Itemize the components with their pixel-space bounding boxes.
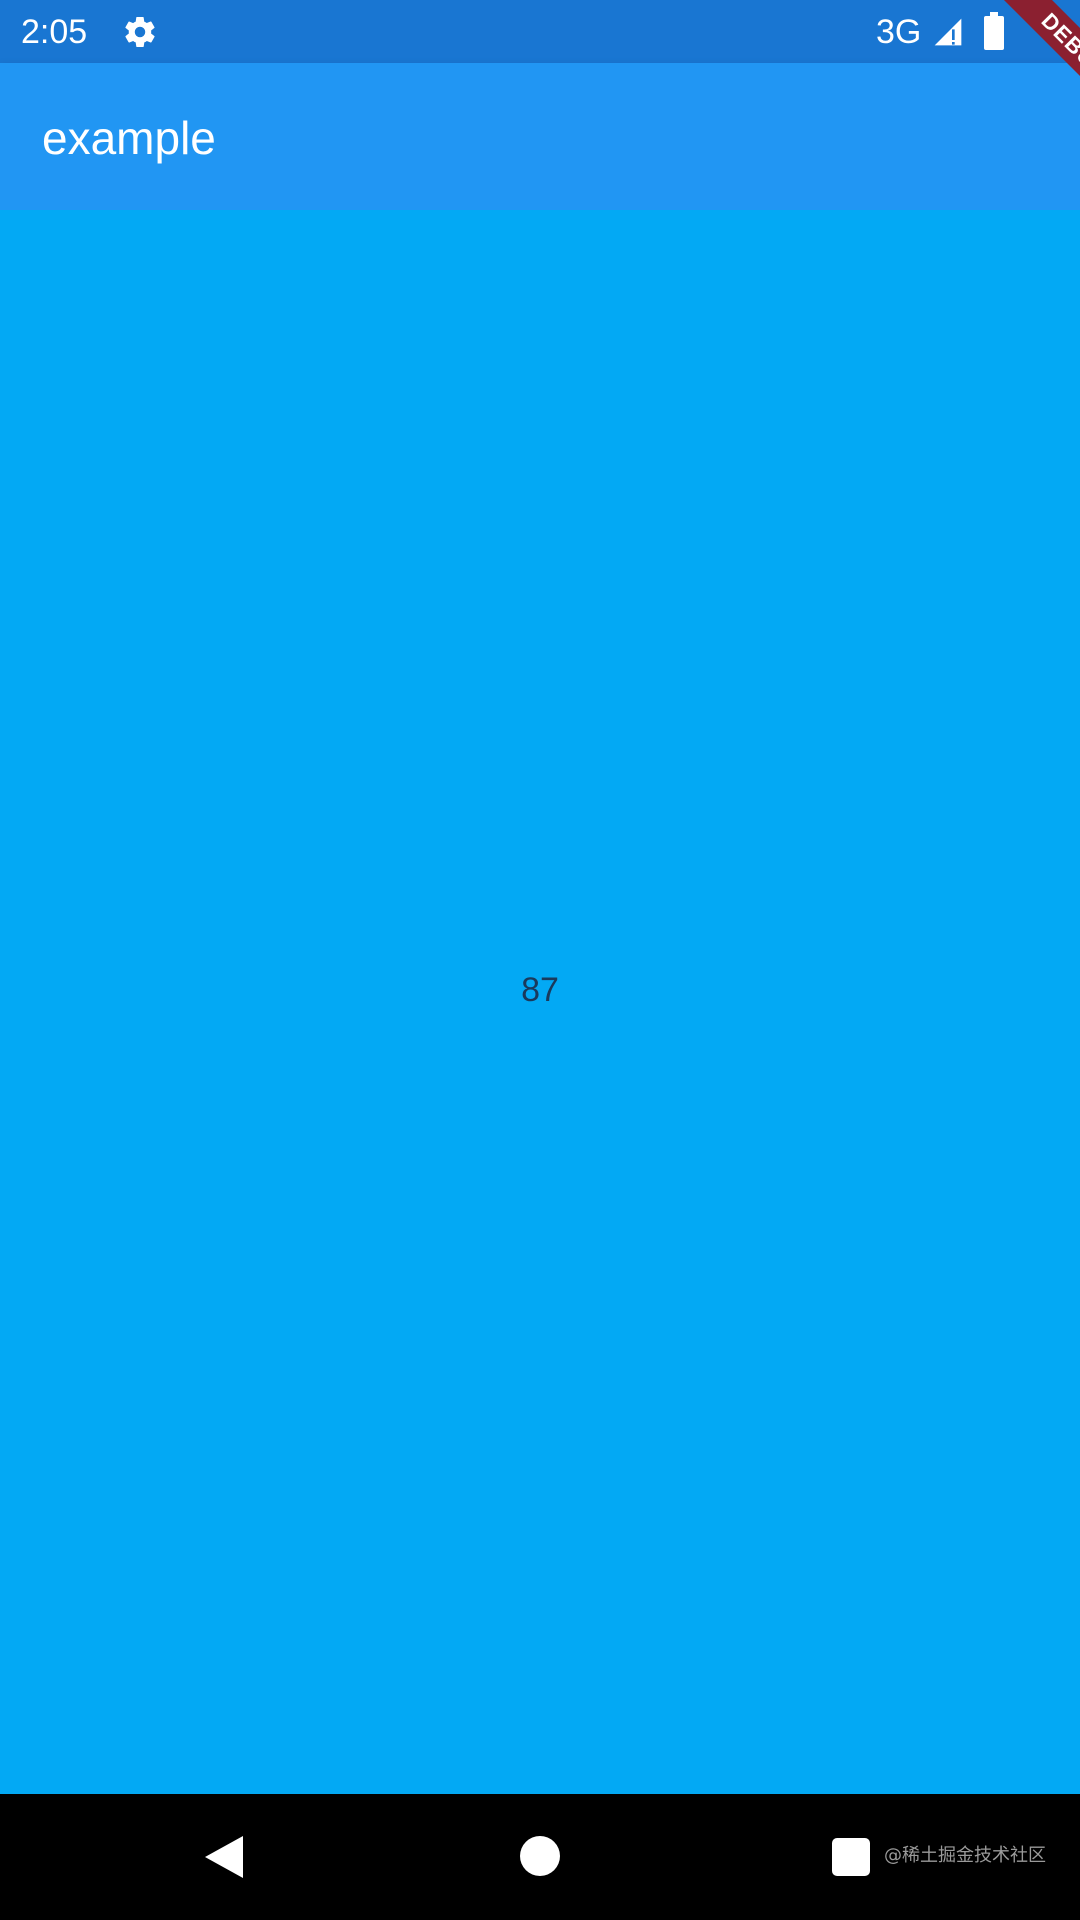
watermark: @稀土掘金技术社区 [884, 1845, 1046, 1866]
status-bar: 2:05 3G [0, 0, 1080, 63]
signal-icon [934, 18, 962, 46]
back-triangle-icon[interactable] [203, 1834, 245, 1880]
network-type: 3G [876, 13, 922, 51]
app-bar: example [0, 63, 1080, 210]
battery-icon [984, 12, 1004, 50]
status-time: 2:05 [21, 13, 88, 51]
page-title: example [42, 112, 216, 164]
navigation-bar: @稀土掘金技术社区 [0, 1794, 1080, 1920]
main-content: 87 [0, 210, 1080, 1794]
gear-icon [125, 17, 155, 48]
counter-value: 87 [521, 971, 559, 1009]
recents-square-icon[interactable] [832, 1838, 870, 1876]
home-circle-icon[interactable] [520, 1836, 560, 1876]
